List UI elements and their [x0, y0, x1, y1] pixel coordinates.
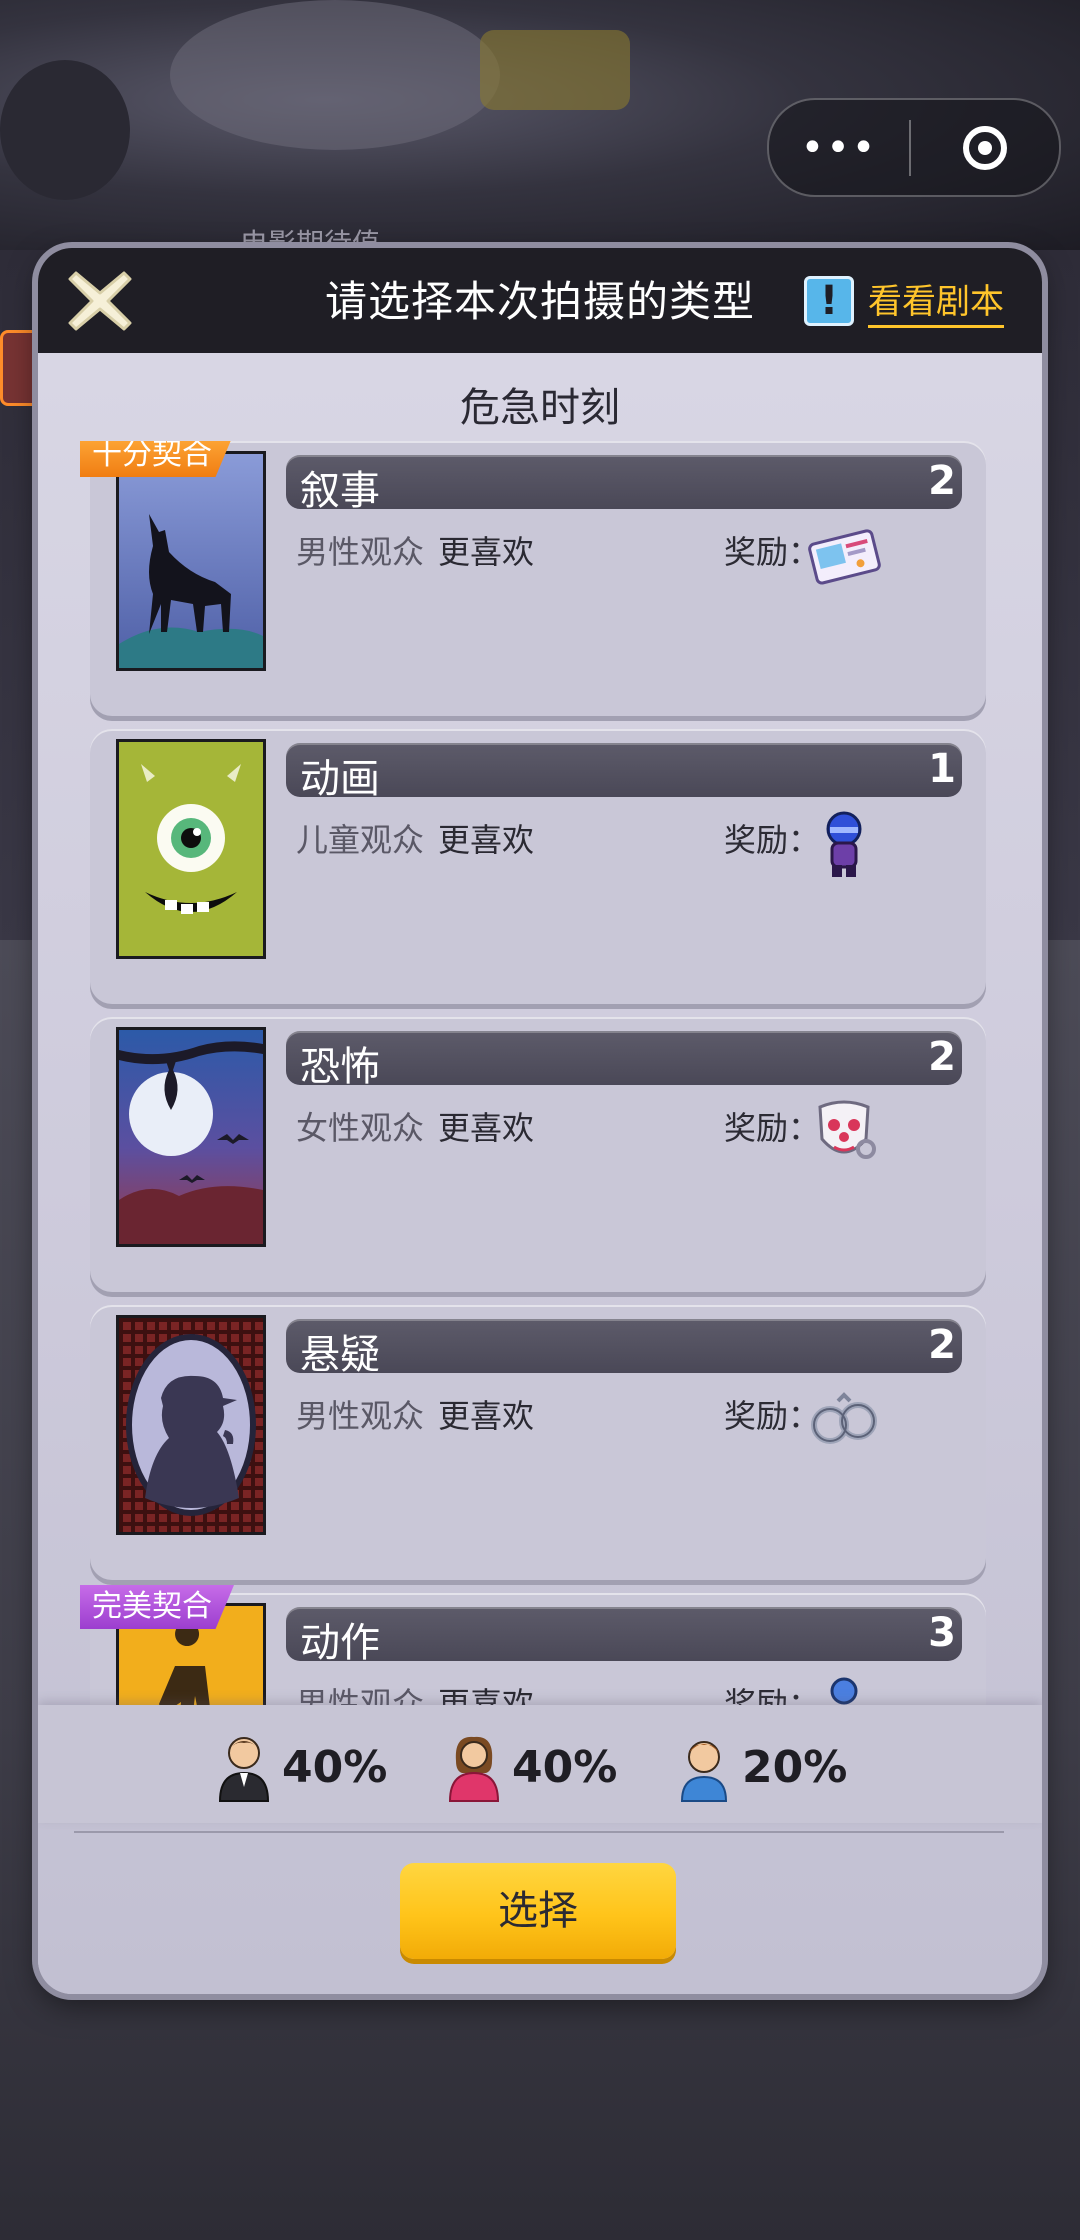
target-icon [963, 125, 1007, 170]
audience-preference: 男性观众 更喜欢 [296, 1391, 534, 1437]
genre-title-bar: 悬疑 2 [286, 1319, 962, 1378]
genre-title-bar: 恐怖 2 [286, 1031, 962, 1090]
preference-label: 更喜欢 [438, 1397, 535, 1435]
genre-card[interactable]: 动作 3 男性观众 更喜欢 奖励： 完美契合 [80, 1585, 986, 1709]
genre-card[interactable]: 动画 1 儿童观众 更喜欢 奖励： [90, 729, 986, 1009]
ticket-card-icon [806, 517, 882, 593]
genre-title-bar: 动作 3 [286, 1607, 962, 1666]
background-shape [170, 0, 500, 150]
genre-name: 恐怖 [300, 1044, 380, 1090]
clown-mask-icon [806, 1093, 882, 1169]
genre-title-bar: 叙事 2 [286, 455, 962, 514]
blue-figure-icon [806, 1669, 882, 1709]
genre-list[interactable]: 叙事 2 男性观众 更喜欢 奖励： 十分契合 动画 1 儿童观众 更喜欢 奖励：… [38, 441, 1042, 1709]
preference-label: 更喜欢 [438, 1109, 535, 1147]
genre-count: 3 [928, 1610, 956, 1656]
divider [74, 1831, 1004, 1833]
genre-poster-monster [116, 739, 266, 959]
audience-group: 男性观众 [296, 1397, 425, 1435]
genre-count: 2 [928, 458, 956, 504]
audience-share-male: 40% [214, 1727, 387, 1807]
more-menu-button[interactable]: ••• [769, 128, 909, 168]
genre-title-bar: 动画 1 [286, 743, 962, 802]
audience-group: 女性观众 [296, 1109, 425, 1147]
capsule-close-button[interactable] [911, 125, 1059, 170]
miniprogram-capsule: ••• [767, 98, 1061, 197]
handcuffs-icon [806, 1381, 882, 1457]
audience-share-row: 40% 40% 20% [38, 1705, 1042, 1823]
genre-poster-wolf [116, 451, 266, 671]
genre-name: 叙事 [300, 468, 380, 514]
audience-preference: 女性观众 更喜欢 [296, 1103, 534, 1149]
audience-preference: 男性观众 更喜欢 [296, 527, 534, 573]
genre-name: 动作 [300, 1620, 380, 1666]
genre-card[interactable]: 恐怖 2 女性观众 更喜欢 奖励： [90, 1017, 986, 1297]
background-shape [0, 60, 130, 200]
genre-name: 悬疑 [300, 1332, 380, 1378]
audience-share-percent: 40% [282, 1741, 388, 1793]
select-button[interactable]: 选择 [400, 1863, 676, 1959]
child-avatar-icon [680, 1741, 728, 1802]
match-badge: 十分契合 [80, 441, 234, 477]
audience-share-child: 20% [674, 1727, 847, 1807]
man-avatar-icon [218, 1737, 270, 1802]
audience-share-percent: 40% [512, 1741, 618, 1793]
background-shape [480, 30, 630, 110]
genre-poster-detective [116, 1315, 266, 1535]
preference-label: 更喜欢 [438, 821, 535, 859]
genre-count: 2 [928, 1322, 956, 1368]
audience-share-percent: 20% [742, 1741, 848, 1793]
audience-group: 男性观众 [296, 533, 425, 571]
woman-avatar-icon [448, 1736, 500, 1802]
exclamation-icon: ! [804, 276, 854, 326]
genre-count: 1 [928, 746, 956, 792]
genre-select-dialog: 请选择本次拍摄的类型 ! 看看剧本 危急时刻 叙事 2 男性观众 更喜欢 奖励：… [38, 248, 1042, 1994]
audience-share-female: 40% [444, 1727, 617, 1807]
genre-card[interactable]: 叙事 2 男性观众 更喜欢 奖励： 十分契合 [80, 441, 986, 721]
genre-name: 动画 [300, 756, 380, 802]
match-badge: 完美契合 [80, 1585, 234, 1629]
audience-group: 儿童观众 [296, 821, 425, 859]
genre-card[interactable]: 悬疑 2 男性观众 更喜欢 奖励： [90, 1305, 986, 1585]
blue-figure-icon [806, 805, 882, 881]
script-name: 危急时刻 [460, 385, 620, 431]
dialog-body: 危急时刻 叙事 2 男性观众 更喜欢 奖励： 十分契合 动画 1 儿童观众 更喜… [38, 353, 1042, 1994]
dialog-header: 请选择本次拍摄的类型 ! 看看剧本 [38, 248, 1042, 353]
view-script-link[interactable]: ! 看看剧本 [804, 274, 1004, 328]
view-script-label: 看看剧本 [868, 274, 1004, 328]
genre-poster-bat [116, 1027, 266, 1247]
audience-preference: 儿童观众 更喜欢 [296, 815, 534, 861]
preference-label: 更喜欢 [438, 533, 535, 571]
genre-count: 2 [928, 1034, 956, 1080]
